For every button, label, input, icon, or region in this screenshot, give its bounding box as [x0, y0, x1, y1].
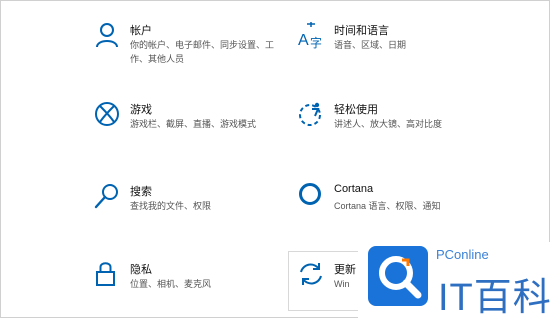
time-language-icon: A 字 — [298, 22, 322, 49]
tile-title: 更新 — [334, 264, 356, 276]
tile-title: 帐户 — [130, 25, 152, 37]
tile-title: 轻松使用 — [334, 104, 378, 116]
tile-description: 游戏栏、截屏、直播、游戏模式 — [130, 119, 257, 129]
search-logo-icon — [368, 246, 428, 306]
tile-title: 隐私 — [130, 264, 152, 276]
tile-title: 游戏 — [130, 104, 152, 116]
watermark-brand-large: IT百科 — [438, 277, 552, 319]
update-icon — [300, 263, 322, 285]
pconline-watermark: PConline IT百科 — [358, 242, 552, 320]
tile-description: 位置、相机、麦克风 — [130, 279, 212, 289]
tile-description: 查找我的文件、权限 — [130, 201, 212, 211]
ease-of-access-icon — [299, 102, 321, 126]
tile-description: 语音、区域、日期 — [334, 40, 407, 50]
cortana-icon — [299, 183, 321, 205]
tile-title: 时间和语言 — [334, 25, 389, 37]
person-icon — [96, 23, 118, 48]
xbox-icon — [95, 102, 119, 126]
search-icon — [94, 184, 118, 209]
tile-description: 讲述人、放大镜、高对比度 — [334, 119, 443, 129]
settings-tile-cortana[interactable]: Cortana Cortana 语言、权限、通知 — [297, 182, 537, 242]
lock-icon — [96, 262, 115, 286]
tile-title: Cortana — [334, 183, 374, 195]
tile-description: Cortana 语言、权限、通知 — [334, 201, 441, 211]
tile-title: 搜索 — [130, 186, 152, 198]
settings-tile-time-language[interactable]: A 字 时间和语言 语音、区域、日期 — [297, 21, 537, 81]
watermark-brand-small: PConline — [436, 247, 489, 262]
settings-tile-ease-of-access[interactable]: 轻松使用 讲述人、放大镜、高对比度 — [297, 100, 537, 160]
svg-text:A: A — [298, 32, 309, 49]
tile-description: 你的帐户、电子邮件、同步设置、工作、其他人员 — [130, 40, 275, 64]
svg-text:字: 字 — [310, 35, 322, 49]
